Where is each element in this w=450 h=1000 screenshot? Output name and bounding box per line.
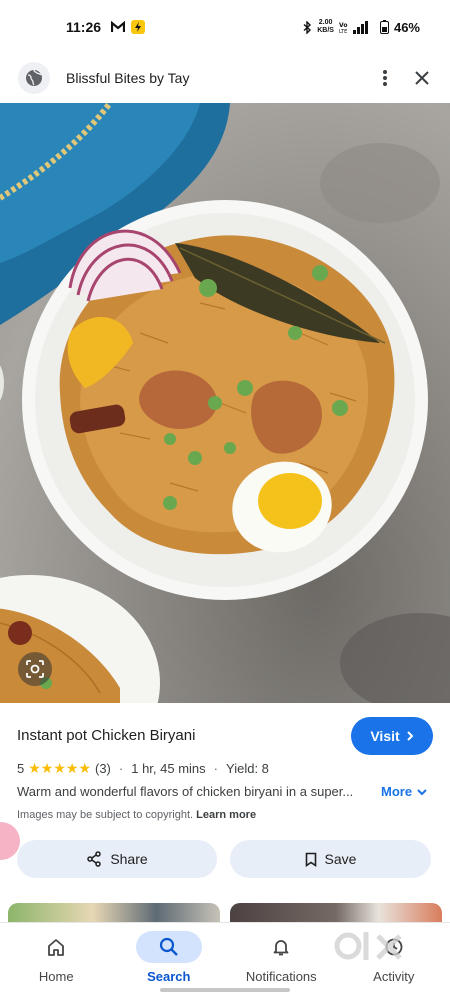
- rating-value: 5: [17, 761, 25, 776]
- olx-watermark-logo: [334, 932, 402, 960]
- share-label: Share: [110, 851, 148, 867]
- biryani-image[interactable]: [0, 103, 450, 703]
- copyright-text: Images may be subject to copyright.: [17, 809, 194, 821]
- recipe-description: Warm and wonderful flavors of chicken bi…: [17, 784, 354, 799]
- chevron-down-icon: [417, 788, 427, 795]
- globe-icon: [18, 62, 50, 94]
- net-speed-unit: KB/S: [317, 27, 334, 34]
- nav-home[interactable]: Home: [0, 923, 113, 1000]
- save-button[interactable]: Save: [230, 840, 431, 878]
- share-icon: [87, 851, 102, 867]
- svg-text:LTE: LTE: [339, 29, 347, 34]
- recipe-meta: 5 ★★★★★ (3) · 1 hr, 45 mins · Yield: 8: [17, 760, 269, 776]
- save-label: Save: [324, 851, 357, 867]
- status-time: 11:26: [66, 19, 102, 35]
- battery-icon: [379, 20, 389, 34]
- svg-text:Vo: Vo: [339, 22, 347, 29]
- status-bar: 11:26 2.00 KB/S Vo LTE 46%: [0, 0, 450, 54]
- lens-search-icon[interactable]: [18, 652, 52, 686]
- home-icon: [48, 939, 65, 956]
- bookmark-icon: [305, 852, 316, 867]
- volte-signal-icon: Vo LTE: [339, 20, 368, 34]
- lightning-app-icon: [131, 20, 146, 34]
- more-label: More: [381, 784, 413, 799]
- copyright-notice: Images may be subject to copyright. Lear…: [17, 809, 256, 821]
- nav-activity-label: Activity: [373, 969, 415, 984]
- learn-more-link[interactable]: Learn more: [196, 809, 256, 821]
- bell-icon: [273, 940, 289, 956]
- site-title[interactable]: Blissful Bites by Tay: [66, 70, 189, 86]
- bluetooth-icon: [303, 20, 312, 34]
- gesture-bar[interactable]: [160, 988, 290, 992]
- nav-notifications-label: Notifications: [245, 969, 317, 984]
- result-title[interactable]: Instant pot Chicken Biryani: [17, 727, 195, 744]
- cook-time: 1 hr, 45 mins: [131, 761, 206, 776]
- battery-percent: 46%: [393, 19, 420, 35]
- nav-home-label: Home: [38, 969, 74, 984]
- gmail-m-icon: [111, 21, 126, 32]
- chevron-right-icon: [406, 731, 414, 741]
- recipe-yield: Yield: 8: [226, 761, 269, 776]
- share-button[interactable]: Share: [17, 840, 217, 878]
- net-speed-value: 2.00: [318, 19, 333, 26]
- more-vert-icon[interactable]: [382, 69, 388, 87]
- lens-result-header: Blissful Bites by Tay: [0, 54, 450, 102]
- close-icon[interactable]: [414, 70, 430, 86]
- star-rating: ★★★★★: [28, 760, 91, 776]
- biryani-illustration: [0, 103, 450, 703]
- rating-count: (3): [95, 761, 111, 776]
- more-button[interactable]: More: [381, 784, 428, 799]
- net-speed: 2.00 KB/S: [317, 19, 334, 35]
- search-icon: [159, 937, 178, 956]
- nav-search-label: Search: [147, 969, 191, 984]
- visit-label: Visit: [370, 728, 400, 744]
- visit-button[interactable]: Visit: [351, 717, 433, 755]
